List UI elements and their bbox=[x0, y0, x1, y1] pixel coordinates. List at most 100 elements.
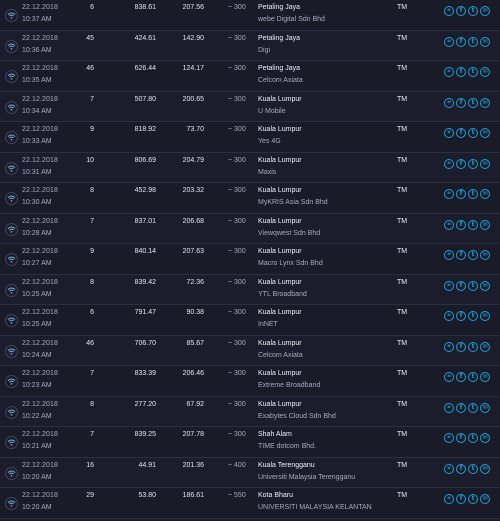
share-email-button[interactable]: ✉ bbox=[480, 67, 490, 77]
share-email-button[interactable]: ✉ bbox=[480, 494, 490, 504]
result-row[interactable]: 22.12.2018 10:21 AM 7 839.25 207.78 ~ 300 Shah… bbox=[0, 427, 500, 458]
server-location: Kuala Lumpur bbox=[258, 126, 302, 133]
result-row[interactable]: 22.12.2018 10:25 AM 6 791.47 90.38 ~ 300 Kuala… bbox=[0, 305, 500, 336]
share-twitter-button[interactable]: t bbox=[468, 341, 478, 352]
share-twitter-button[interactable]: t bbox=[468, 433, 478, 443]
share-link-button[interactable]: ⚭ bbox=[444, 189, 454, 199]
share-email-button[interactable]: ✉ bbox=[480, 36, 490, 47]
share-link-button[interactable]: ⚭ bbox=[444, 158, 454, 169]
result-row[interactable]: 22.12.2018 10:34 AM 7 507.80 200.65 ~ 300 Kual… bbox=[0, 91, 500, 122]
share-facebook-button[interactable]: f bbox=[456, 250, 466, 260]
share-facebook-button[interactable]: f bbox=[456, 219, 466, 230]
share-facebook-button[interactable]: f bbox=[456, 402, 466, 413]
result-row[interactable]: 22.12.2018 10:35 AM 46 626.44 124.17 ~ 300 Pet… bbox=[0, 61, 500, 92]
share-link-button[interactable]: ⚭ bbox=[444, 433, 454, 443]
share-facebook-button[interactable]: f bbox=[456, 67, 466, 77]
result-row[interactable]: 22.12.2018 10:28 AM 7 837.01 206.68 ~ 300 Kual… bbox=[0, 213, 500, 244]
share-link-button[interactable]: ⚭ bbox=[444, 494, 454, 504]
share-email-button[interactable]: ✉ bbox=[480, 372, 490, 382]
share-twitter-button[interactable]: t bbox=[468, 372, 478, 382]
share-facebook-button[interactable]: f bbox=[456, 463, 466, 474]
share-email-button[interactable]: ✉ bbox=[480, 311, 490, 321]
result-row[interactable]: 22.12.2018 10:31 AM 10 806.69 204.79 ~ 300 Kua… bbox=[0, 152, 500, 183]
share-email-button[interactable]: ✉ bbox=[480, 433, 490, 443]
share-twitter-button[interactable]: t bbox=[468, 67, 478, 77]
provider-name: TM bbox=[397, 248, 408, 255]
ping-value: 7 bbox=[90, 95, 94, 103]
share-facebook-button[interactable]: f bbox=[456, 372, 466, 382]
share-facebook-button[interactable]: f bbox=[456, 6, 466, 16]
share-email-button[interactable]: ✉ bbox=[480, 250, 490, 260]
share-link-button[interactable]: ⚭ bbox=[444, 341, 454, 352]
share-twitter-button[interactable]: t bbox=[468, 250, 478, 260]
share-facebook-button[interactable]: f bbox=[456, 158, 466, 169]
share-email-button[interactable]: ✉ bbox=[480, 6, 490, 16]
share-email-button[interactable]: ✉ bbox=[480, 158, 490, 169]
share-email-button[interactable]: ✉ bbox=[480, 463, 490, 474]
share-facebook-button[interactable]: f bbox=[456, 494, 466, 504]
result-row[interactable]: 22.12.2018 10:30 AM 8 452.98 203.32 ~ 300 Kual… bbox=[0, 183, 500, 214]
result-row[interactable]: 22.12.2018 10:33 AM 9 818.92 73.70 ~ 300 Kuala… bbox=[0, 122, 500, 153]
share-link-button[interactable]: ⚭ bbox=[444, 372, 454, 382]
wifi-icon bbox=[5, 192, 18, 205]
result-row[interactable]: 22.12.2018 10:27 AM 9 840.14 207.63 ~ 300 Kual… bbox=[0, 244, 500, 275]
result-row[interactable]: 22.12.2018 10:22 AM 8 277.20 67.92 ~ 300 Kuala… bbox=[0, 396, 500, 427]
share-link-button[interactable]: ⚭ bbox=[444, 6, 454, 16]
link-icon: ⚭ bbox=[446, 312, 452, 319]
share-twitter-button[interactable]: t bbox=[468, 402, 478, 413]
share-email-button[interactable]: ✉ bbox=[480, 189, 490, 199]
result-row[interactable]: 22.12.2018 10:20 AM 16 44.91 201.36 ~ 400 Kual… bbox=[0, 457, 500, 488]
share-link-button[interactable]: ⚭ bbox=[444, 219, 454, 230]
email-icon: ✉ bbox=[482, 129, 488, 136]
distance-value: ~ 550 bbox=[228, 492, 246, 499]
result-row[interactable]: 22.12.2018 10:37 AM 6 838.61 207.56 ~ 300 Peta… bbox=[0, 0, 500, 31]
share-email-button[interactable]: ✉ bbox=[480, 341, 490, 352]
share-email-button[interactable]: ✉ bbox=[480, 128, 490, 138]
share-twitter-button[interactable]: t bbox=[468, 494, 478, 504]
result-row[interactable]: 22.12.2018 10:23 AM 7 833.39 206.46 ~ 300 Kual… bbox=[0, 366, 500, 397]
distance-value: ~ 300 bbox=[228, 370, 246, 377]
share-twitter-button[interactable]: t bbox=[468, 311, 478, 321]
share-facebook-button[interactable]: f bbox=[456, 341, 466, 352]
result-row[interactable]: 22.12.2018 10:20 AM 29 53.80 186.61 ~ 550 Kota… bbox=[0, 488, 500, 519]
share-twitter-button[interactable]: t bbox=[468, 463, 478, 474]
share-link-button[interactable]: ⚭ bbox=[444, 97, 454, 108]
share-facebook-button[interactable]: f bbox=[456, 128, 466, 138]
share-facebook-button[interactable]: f bbox=[456, 433, 466, 443]
share-link-button[interactable]: ⚭ bbox=[444, 280, 454, 291]
share-facebook-button[interactable]: f bbox=[456, 189, 466, 199]
share-link-button[interactable]: ⚭ bbox=[444, 67, 454, 77]
share-twitter-button[interactable]: t bbox=[468, 97, 478, 108]
share-link-button[interactable]: ⚭ bbox=[444, 128, 454, 138]
share-twitter-button[interactable]: t bbox=[468, 280, 478, 291]
share-twitter-button[interactable]: t bbox=[468, 6, 478, 16]
provider-name: TM bbox=[397, 278, 408, 286]
result-row[interactable]: 22.12.2018 10:25 AM 8 839.42 72.36 ~ 300 Kuala… bbox=[0, 274, 500, 305]
share-email-button[interactable]: ✉ bbox=[480, 219, 490, 230]
share-twitter-button[interactable]: t bbox=[468, 36, 478, 47]
share-facebook-button[interactable]: f bbox=[456, 97, 466, 108]
share-facebook-button[interactable]: f bbox=[456, 280, 466, 291]
share-link-button[interactable]: ⚭ bbox=[444, 250, 454, 260]
share-twitter-button[interactable]: t bbox=[468, 128, 478, 138]
share-link-button[interactable]: ⚭ bbox=[444, 36, 454, 47]
share-link-button[interactable]: ⚭ bbox=[444, 463, 454, 474]
share-twitter-button[interactable]: t bbox=[468, 189, 478, 199]
share-link-button[interactable]: ⚭ bbox=[444, 402, 454, 413]
ping-value: 9 bbox=[90, 126, 94, 133]
link-icon: ⚭ bbox=[446, 7, 452, 14]
server-location: Kuala Lumpur bbox=[258, 95, 302, 103]
share-twitter-button[interactable]: t bbox=[468, 158, 478, 169]
share-link-button[interactable]: ⚭ bbox=[444, 311, 454, 321]
email-icon: ✉ bbox=[482, 68, 488, 75]
share-email-button[interactable]: ✉ bbox=[480, 97, 490, 108]
share-email-button[interactable]: ✉ bbox=[480, 402, 490, 413]
share-facebook-button[interactable]: f bbox=[456, 36, 466, 47]
ping-value: 10 bbox=[86, 156, 94, 164]
result-row[interactable]: 22.12.2018 10:24 AM 46 706.70 85.67 ~ 300 Kual… bbox=[0, 335, 500, 366]
share-facebook-button[interactable]: f bbox=[456, 311, 466, 321]
result-row[interactable]: 22.12.2018 10:36 AM 45 424.61 142.90 ~ 300 Pet… bbox=[0, 30, 500, 61]
facebook-icon: f bbox=[459, 129, 463, 136]
share-twitter-button[interactable]: t bbox=[468, 219, 478, 230]
share-email-button[interactable]: ✉ bbox=[480, 280, 490, 291]
